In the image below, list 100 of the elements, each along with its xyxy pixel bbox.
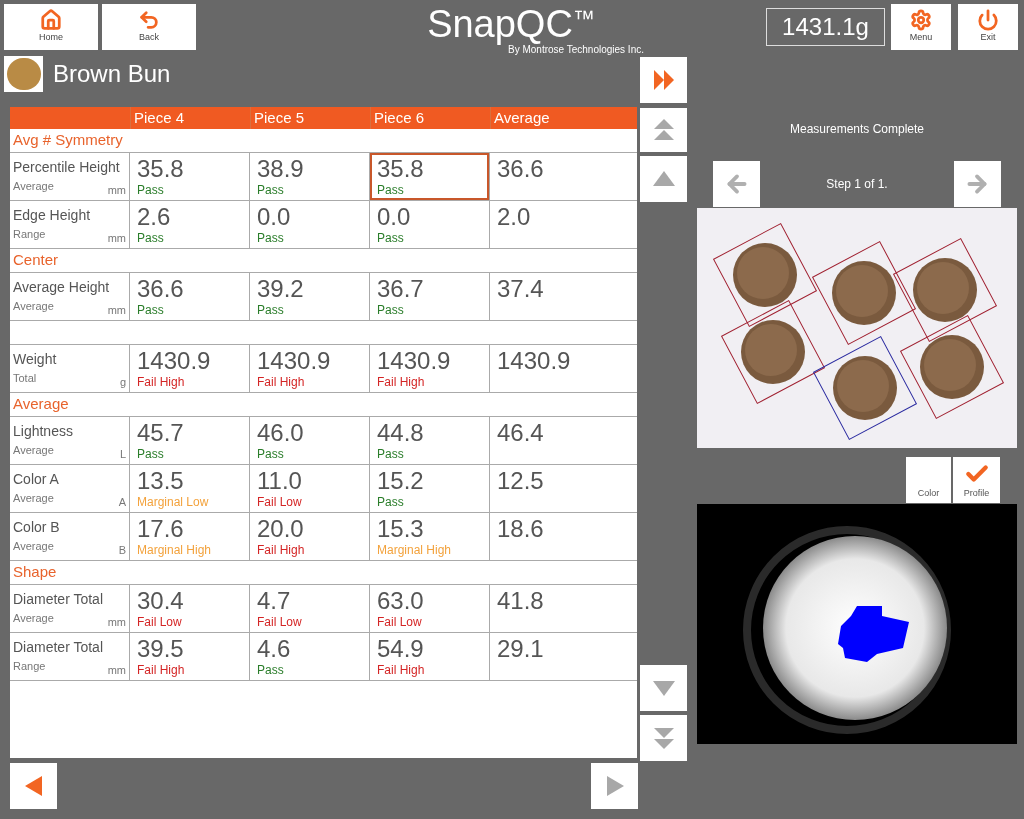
back-arrow-icon [138,9,160,32]
result-cell[interactable]: 39.5 Fail High [130,633,250,680]
measure-type: Total [13,370,37,386]
column-header: Piece 6 [370,107,490,129]
result-status: Pass [257,303,285,317]
result-status: Fail Low [257,495,303,509]
result-status: Pass [377,495,405,509]
exit-button[interactable]: Exit [958,4,1018,50]
result-status: Pass [257,663,285,677]
result-cell[interactable]: 1430.9 Fail High [130,345,250,392]
result-value: 4.6 [257,635,292,663]
result-cell[interactable]: 44.8 Pass [370,417,490,464]
result-cell[interactable]: 36.7 Pass [370,273,490,320]
result-status: Pass [257,231,285,245]
result-value: 54.9 [377,635,425,663]
previous-button[interactable] [10,763,57,809]
measure-type: Average [13,298,54,314]
average-value: 2.0 [497,203,532,231]
measure-unit: A [118,494,126,510]
result-value: 36.6 [137,275,185,303]
result-cell[interactable]: 36.6 Pass [130,273,250,320]
column-header: Piece 4 [130,107,250,129]
result-cell[interactable]: 17.6 Marginal High [130,513,250,560]
result-cell[interactable]: 54.9 Fail High [370,633,490,680]
section-heading: Shape [13,562,57,583]
measure-name: Edge Height [13,206,91,225]
result-cell[interactable]: 38.9 Pass [250,153,370,200]
result-cell[interactable]: 4.6 Pass [250,633,370,680]
result-cell[interactable]: 0.0 Pass [370,201,490,248]
result-value: 2.6 [137,203,172,231]
skip-forward-button[interactable] [640,57,687,103]
result-value: 13.5 [137,467,185,495]
scale-weight-display: 1431.1g [766,8,885,46]
step-indicator: Step 1 of 1. [826,176,888,193]
column-header: Piece 5 [250,107,370,129]
result-value: 1430.9 [377,347,452,375]
gear-icon [910,9,932,32]
result-cell[interactable]: 0.0 Pass [250,201,370,248]
result-status: Pass [257,183,285,197]
back-button[interactable]: Back [102,4,196,50]
home-button[interactable]: Home [4,4,98,50]
average-value: 41.8 [497,587,545,615]
view-toggle[interactable]: Color [906,457,951,503]
measure-type: Average [13,610,54,626]
result-value: 35.8 [137,155,185,183]
menu-button[interactable]: Menu [891,4,951,50]
result-cell[interactable]: 13.5 Marginal Low [130,465,250,512]
result-cell[interactable]: 2.6 Pass [130,201,250,248]
measure-unit: g [119,374,126,390]
section-heading: Center [13,250,59,271]
home-icon [40,9,62,32]
result-cell[interactable]: 11.0 Fail Low [250,465,370,512]
result-cell[interactable]: 35.8 Pass [130,153,250,200]
result-value: 36.7 [377,275,425,303]
average-value: 12.5 [497,467,545,495]
result-cell[interactable]: 15.3 Marginal High [370,513,490,560]
average-value: 37.4 [497,275,545,303]
result-cell[interactable]: 20.0 Fail High [250,513,370,560]
result-status: Fail Low [257,615,303,629]
result-status: Pass [257,447,285,461]
measure-unit: mm [107,614,126,630]
result-cell[interactable]: 4.7 Fail Low [250,585,370,632]
result-cell[interactable]: 45.7 Pass [130,417,250,464]
result-value: 30.4 [137,587,185,615]
measure-type: Average [13,490,54,506]
result-status: Fail High [257,543,306,557]
measure-name: Color B [13,518,60,537]
result-cell[interactable]: 46.0 Pass [250,417,370,464]
product-photo [4,56,43,92]
measure-type: Average [13,538,54,554]
result-value: 17.6 [137,515,185,543]
measure-unit: mm [107,182,126,198]
result-cell[interactable]: 30.4 Fail Low [130,585,250,632]
average-value: 18.6 [497,515,545,543]
measure-unit: B [118,542,126,558]
measure-name: Average Height [13,278,110,297]
section-heading: Avg # Symmetry [13,130,123,151]
result-value: 15.2 [377,467,425,495]
average-value: 36.6 [497,155,545,183]
result-status: Pass [137,231,165,245]
average-value: 1430.9 [497,347,572,375]
result-cell[interactable]: 39.2 Pass [250,273,370,320]
double-triangle-right-icon [651,68,676,92]
result-value: 63.0 [377,587,425,615]
power-icon [977,9,999,32]
result-status: Fail High [377,375,426,389]
measure-name: Color A [13,470,59,489]
app-title: SnapQC$^{™}$ [427,4,595,44]
result-cell[interactable]: 63.0 Fail Low [370,585,490,632]
measure-name: Lightness [13,422,73,441]
result-cell[interactable]: 1430.9 Fail High [370,345,490,392]
section-heading: Average [13,394,69,415]
result-status: Fail Low [137,615,183,629]
result-cell[interactable]: 35.8 Pass [370,153,490,200]
measure-unit: mm [107,230,126,246]
result-cell[interactable]: 1430.9 Fail High [250,345,370,392]
result-value: 11.0 [257,467,303,495]
view-toggle[interactable]: Profile [953,457,1000,503]
result-cell[interactable]: 15.2 Pass [370,465,490,512]
measure-unit: L [119,446,126,462]
